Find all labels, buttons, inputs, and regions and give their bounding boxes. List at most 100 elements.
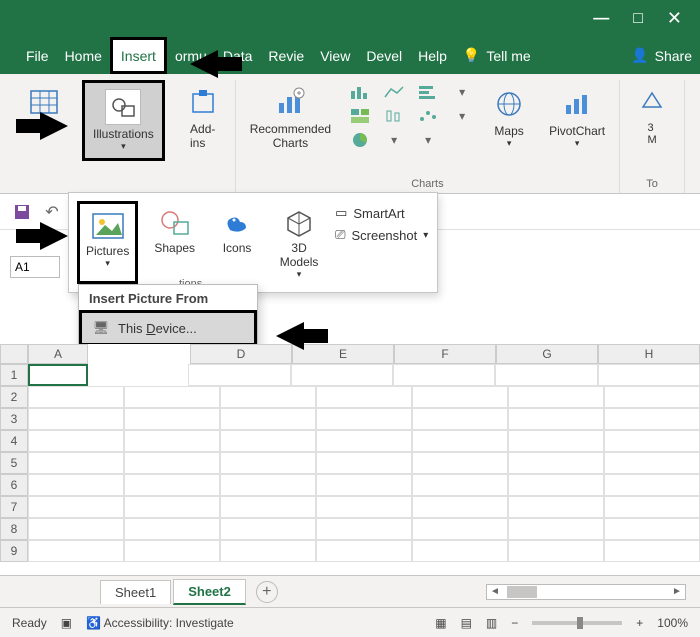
shapes-button[interactable]: Shapes <box>148 201 201 284</box>
tab-view[interactable]: View <box>312 37 358 74</box>
sheet-tab-1[interactable]: Sheet1 <box>100 580 171 604</box>
cell[interactable] <box>508 386 604 408</box>
cell[interactable] <box>28 430 124 452</box>
cell[interactable] <box>124 518 220 540</box>
scroll-right-icon[interactable]: ► <box>669 586 685 597</box>
cell[interactable] <box>188 364 290 386</box>
cell[interactable] <box>28 518 124 540</box>
cell[interactable] <box>220 386 316 408</box>
cell[interactable] <box>28 408 124 430</box>
cell[interactable] <box>412 496 508 518</box>
cell[interactable] <box>604 386 700 408</box>
cell[interactable] <box>124 496 220 518</box>
minimize-button[interactable]: — <box>593 10 609 28</box>
chart-column-button[interactable] <box>345 80 375 104</box>
view-page-icon[interactable]: ▤ <box>461 616 472 630</box>
icons-button[interactable]: Icons <box>211 201 263 284</box>
cell[interactable] <box>220 430 316 452</box>
tab-developer[interactable]: Devel <box>358 37 410 74</box>
cell[interactable] <box>28 540 124 562</box>
cell[interactable] <box>412 474 508 496</box>
cell[interactable] <box>124 408 220 430</box>
cell[interactable] <box>412 386 508 408</box>
cell[interactable] <box>412 518 508 540</box>
cell[interactable] <box>508 518 604 540</box>
cell[interactable] <box>393 364 495 386</box>
cell[interactable] <box>508 452 604 474</box>
illustrations-button[interactable]: Illustrations ▾ <box>82 80 165 161</box>
row-header[interactable]: 1 <box>0 364 28 386</box>
cell[interactable] <box>124 540 220 562</box>
cell[interactable] <box>604 408 700 430</box>
row-header[interactable]: 9 <box>0 540 28 562</box>
cell[interactable] <box>28 474 124 496</box>
cell[interactable] <box>291 364 393 386</box>
cell[interactable] <box>508 430 604 452</box>
3d-models-button[interactable]: 3D Models ▾ <box>273 201 325 284</box>
cell[interactable] <box>220 452 316 474</box>
cell[interactable] <box>316 496 412 518</box>
macro-record-icon[interactable]: ▣ <box>61 616 72 630</box>
cell[interactable] <box>316 452 412 474</box>
row-header[interactable]: 3 <box>0 408 28 430</box>
zoom-in-button[interactable]: + <box>636 616 643 630</box>
tours-button[interactable]: 3 M <box>626 80 678 150</box>
chart-pie-button[interactable] <box>345 128 375 152</box>
cell[interactable] <box>412 540 508 562</box>
view-normal-icon[interactable]: ▦ <box>435 616 446 630</box>
cell[interactable] <box>28 496 124 518</box>
new-sheet-button[interactable]: + <box>256 581 278 603</box>
tab-file[interactable]: File <box>18 37 57 74</box>
row-header[interactable]: 4 <box>0 430 28 452</box>
row-header[interactable]: 2 <box>0 386 28 408</box>
cell[interactable] <box>28 452 124 474</box>
cell[interactable] <box>412 430 508 452</box>
cell[interactable] <box>604 474 700 496</box>
cell[interactable] <box>598 364 700 386</box>
cell[interactable] <box>124 430 220 452</box>
cell[interactable] <box>124 386 220 408</box>
zoom-level[interactable]: 100% <box>657 616 688 630</box>
cell[interactable] <box>220 540 316 562</box>
cell[interactable] <box>495 364 597 386</box>
col-header[interactable]: E <box>292 344 394 364</box>
cell[interactable] <box>124 474 220 496</box>
chart-combo-button[interactable]: ▾ <box>447 104 477 128</box>
cell[interactable] <box>508 474 604 496</box>
pivotchart-button[interactable]: PivotChart ▾ <box>541 80 613 154</box>
spreadsheet-grid[interactable]: A D E F G H 1 2 3 4 5 6 7 8 9 <box>0 344 700 575</box>
cell[interactable] <box>316 474 412 496</box>
cell[interactable] <box>220 474 316 496</box>
sheet-tab-2[interactable]: Sheet2 <box>173 579 246 605</box>
accessibility-status[interactable]: ♿ Accessibility: Investigate <box>86 616 234 630</box>
recommended-charts-button[interactable]: Recommended Charts <box>242 80 339 154</box>
save-button[interactable] <box>10 200 34 224</box>
col-header[interactable]: F <box>394 344 496 364</box>
scroll-thumb[interactable] <box>507 586 537 598</box>
chart-stat-button[interactable] <box>379 104 409 128</box>
cell[interactable] <box>604 496 700 518</box>
chart-more-button[interactable]: ▾ <box>413 128 443 152</box>
chart-hierarchy-button[interactable] <box>345 104 375 128</box>
cell[interactable] <box>316 386 412 408</box>
tab-review[interactable]: Revie <box>260 37 312 74</box>
pictures-button[interactable]: Pictures ▾ <box>77 201 138 284</box>
cell[interactable] <box>508 540 604 562</box>
chart-map-button[interactable]: ▾ <box>447 80 477 104</box>
zoom-out-button[interactable]: − <box>511 616 518 630</box>
cell[interactable] <box>220 518 316 540</box>
name-box[interactable]: A1 <box>10 256 60 278</box>
tab-home[interactable]: Home <box>57 37 110 74</box>
cell[interactable] <box>508 496 604 518</box>
row-header[interactable]: 7 <box>0 496 28 518</box>
col-header-a[interactable]: A <box>28 344 88 364</box>
undo-button[interactable]: ↶ <box>40 200 64 224</box>
col-header[interactable]: G <box>496 344 598 364</box>
this-device-menuitem[interactable]: 🖥 This Device... <box>79 310 257 346</box>
cell[interactable] <box>316 430 412 452</box>
chart-scatter-button[interactable] <box>413 104 443 128</box>
cell[interactable] <box>124 452 220 474</box>
share-button[interactable]: 👤Share <box>623 37 700 74</box>
row-header[interactable]: 8 <box>0 518 28 540</box>
row-header[interactable]: 5 <box>0 452 28 474</box>
